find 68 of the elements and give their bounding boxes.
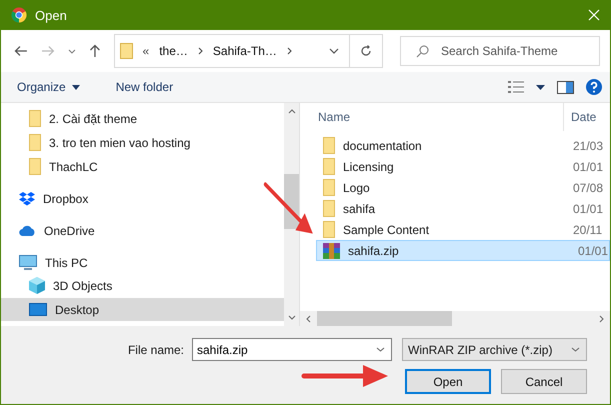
folder-icon — [323, 200, 335, 217]
nav-item[interactable]: 2. Cài đặt theme — [1, 107, 284, 130]
file-row[interactable]: sahifa 01/01 — [316, 198, 610, 219]
window-title: Open — [35, 8, 68, 22]
help-icon[interactable] — [586, 79, 602, 95]
file-row[interactable]: Logo 07/08 — [316, 177, 610, 198]
dropdown-caret-icon — [72, 84, 80, 90]
dropdown-caret-icon[interactable] — [328, 48, 339, 54]
dropdown-caret-icon[interactable] — [536, 84, 545, 90]
folder-icon — [29, 134, 41, 151]
scroll-down-icon[interactable] — [288, 315, 296, 320]
folder-icon — [323, 221, 335, 238]
up-arrow-icon[interactable] — [88, 44, 101, 58]
file-row[interactable]: Sample Content 20/11 — [316, 219, 610, 240]
chevron-icon[interactable] — [198, 47, 203, 55]
column-header[interactable]: Name — [316, 110, 563, 124]
nav-item[interactable]: Dropbox — [1, 187, 284, 210]
breadcrumb-item[interactable]: Sahifa-Th… — [212, 44, 277, 58]
back-arrow-icon[interactable] — [14, 45, 28, 57]
file-row[interactable]: Licensing 01/01 — [316, 156, 610, 177]
nav-item[interactable]: 3. tro ten mien vao hosting — [1, 131, 284, 154]
column-header[interactable]: Date — [563, 103, 610, 131]
archive-icon — [323, 242, 340, 258]
dropdown-caret-icon[interactable] — [376, 347, 385, 352]
scroll-up-icon[interactable] — [288, 109, 296, 114]
view-options-icon[interactable] — [508, 80, 524, 94]
chevron-icon[interactable] — [286, 47, 292, 55]
cube-icon — [29, 277, 45, 294]
folder-icon — [323, 158, 335, 175]
file-row[interactable]: documentation 21/03 — [316, 135, 610, 156]
nav-item[interactable]: This PC — [1, 251, 284, 274]
nav-item[interactable]: Desktop — [1, 298, 284, 321]
new-folder-button[interactable]: New folder — [110, 77, 180, 97]
nav-item[interactable]: OneDrive — [1, 219, 284, 242]
close-icon[interactable] — [588, 9, 600, 21]
scroll-left-icon[interactable] — [306, 314, 311, 322]
file-name-field[interactable]: sahifa.zip — [192, 338, 392, 361]
folder-icon — [323, 179, 335, 196]
monitor-icon — [19, 254, 37, 270]
browser-logo-icon — [11, 7, 27, 23]
cancel-button[interactable]: Cancel — [501, 369, 587, 394]
file-row[interactable]: sahifa.zip 01/01 — [316, 240, 610, 261]
dropdown-caret-icon[interactable] — [68, 48, 76, 54]
file-type-dropdown[interactable]: WinRAR ZIP archive (*.zip) — [402, 338, 587, 361]
preview-pane-icon[interactable] — [557, 80, 574, 94]
address-bar[interactable]: « the… Sahifa-Th… — [114, 34, 383, 68]
folder-icon — [29, 158, 41, 175]
file-name-label: File name: — [128, 342, 184, 356]
scroll-right-icon[interactable] — [599, 314, 604, 322]
search-field[interactable]: Search Sahifa-Theme — [400, 36, 600, 66]
breadcrumb-item[interactable]: the… — [159, 44, 188, 58]
overflow-chevron[interactable]: « — [142, 44, 150, 58]
scroll-thumb[interactable] — [284, 174, 299, 229]
folder-icon — [323, 137, 335, 154]
open-button[interactable]: Open — [405, 369, 491, 394]
desktop-icon — [29, 302, 47, 316]
organize-menu[interactable]: Organize — [11, 77, 86, 97]
folder-icon — [120, 43, 133, 59]
horizontal-scrollbar[interactable] — [300, 311, 610, 326]
nav-item[interactable]: 3D Objects — [1, 274, 284, 297]
search-icon — [416, 45, 429, 58]
nav-item[interactable]: ThachLC — [1, 155, 284, 178]
cloud-icon — [19, 225, 36, 236]
dropbox-icon — [19, 192, 35, 206]
vertical-scrollbar[interactable] — [284, 103, 299, 326]
refresh-icon — [360, 45, 372, 57]
folder-icon — [29, 110, 41, 127]
dropdown-caret-icon — [571, 347, 580, 352]
